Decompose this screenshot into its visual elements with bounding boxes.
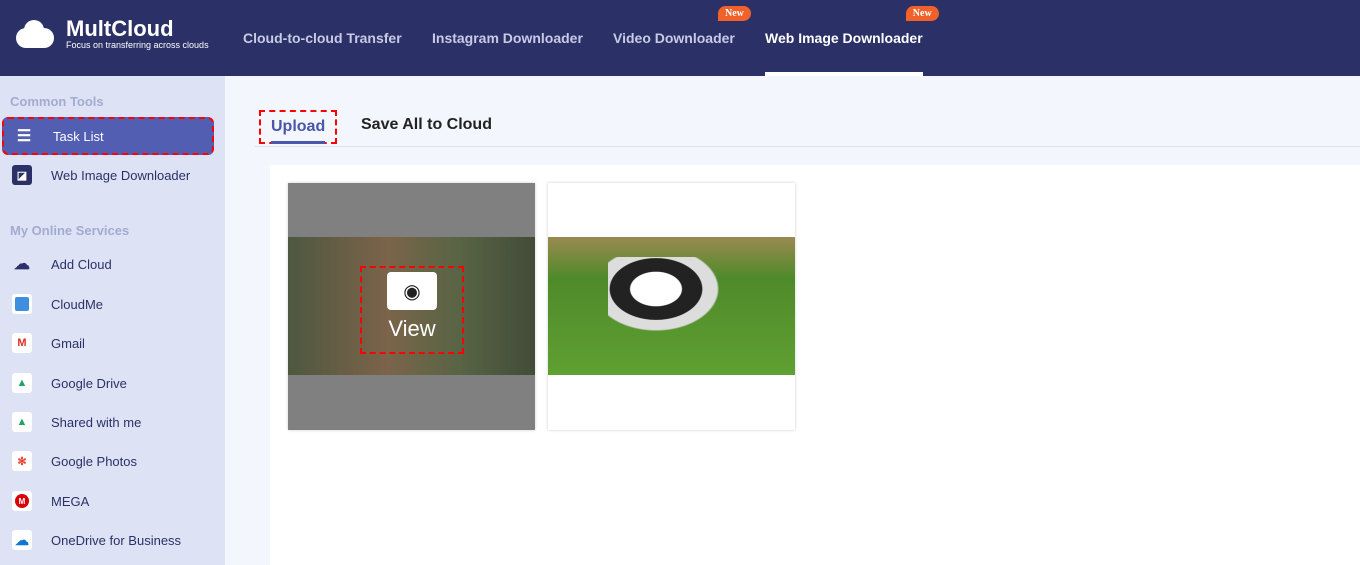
sidebar-item-mega[interactable]: M MEGA [2, 482, 214, 520]
multcloud-logo-icon [14, 18, 58, 50]
section-title: Common Tools [10, 94, 104, 109]
tab-upload[interactable]: Upload [259, 110, 338, 144]
google-drive-icon: ▲ [12, 373, 32, 393]
nav-label: Video Downloader [613, 30, 735, 46]
sidebar-item-shared-with-me[interactable]: ▲ Shared with me [2, 403, 214, 441]
image-grid: ◉ View [270, 165, 1360, 565]
nav-label: Instagram Downloader [432, 30, 583, 46]
view-button[interactable]: ◉ View [360, 266, 464, 354]
image-card-panda[interactable] [548, 183, 795, 430]
tab-divider [255, 146, 1360, 147]
tab-save-all-to-cloud[interactable]: Save All to Cloud [361, 116, 492, 134]
gmail-icon: M [12, 333, 32, 353]
nav-label: Web Image Downloader [765, 30, 923, 46]
cloudme-icon [12, 294, 32, 314]
sidebar-item-label: CloudMe [51, 296, 104, 312]
tagline: Focus on transferring across clouds [66, 40, 209, 50]
sidebar-item-web-image-downloader[interactable]: ◪ Web Image Downloader [2, 156, 214, 194]
section-title: My Online Services [10, 223, 130, 238]
google-drive-icon: ▲ [12, 412, 32, 432]
sidebar-item-label: Task List [53, 128, 104, 144]
onedrive-icon: ☁ [12, 530, 32, 550]
sidebar-item-label: MEGA [51, 493, 90, 509]
nav-label: Cloud-to-cloud Transfer [243, 30, 402, 46]
sidebar-item-google-drive[interactable]: ▲ Google Drive [2, 364, 214, 402]
add-cloud-icon: ☁ [14, 256, 30, 273]
list-icon: ☰ [16, 128, 32, 145]
sidebar-item-cloudme[interactable]: CloudMe [2, 285, 214, 323]
view-label: View [388, 316, 436, 341]
brand-name: MultCloud [66, 16, 174, 41]
nav-instagram-downloader[interactable]: Instagram Downloader [432, 0, 583, 76]
sidebar-item-label: Add Cloud [51, 256, 112, 272]
nav-video-downloader[interactable]: Video Downloader New [613, 0, 751, 76]
image-card-red-panda[interactable]: ◉ View [288, 183, 535, 430]
sidebar-item-label: Google Photos [51, 453, 138, 469]
sidebar-item-google-photos[interactable]: ✻ Google Photos [2, 442, 214, 480]
sidebar-item-label: Google Drive [51, 375, 127, 391]
sidebar-item-label: Web Image Downloader [51, 167, 191, 183]
google-photos-icon: ✻ [12, 451, 32, 471]
new-badge: New [905, 6, 939, 21]
mega-icon: M [12, 491, 32, 511]
sidebar-item-gmail[interactable]: M Gmail [2, 324, 214, 362]
nav-cloud-transfer[interactable]: Cloud-to-cloud Transfer [243, 0, 402, 76]
nav-web-image-downloader[interactable]: Web Image Downloader New [765, 0, 939, 76]
sidebar-item-onedrive-business[interactable]: ☁ OneDrive for Business [2, 521, 214, 559]
new-badge: New [717, 6, 751, 21]
sidebar-item-label: Gmail [51, 335, 85, 351]
sidebar-item-task-list[interactable]: ☰ Task List [2, 117, 214, 155]
sidebar-item-label: OneDrive for Business [51, 532, 182, 548]
sidebar: Common Tools ☰ Task List ◪ Web Image Downl… [0, 76, 225, 565]
sidebar-item-add-cloud[interactable]: ☁ Add Cloud [2, 245, 214, 283]
top-bar: MultCloud Focus on transferring across cl… [0, 0, 1360, 76]
eye-icon: ◉ [387, 272, 437, 310]
sidebar-item-label: Shared with me [51, 414, 142, 430]
tab-label: Upload [271, 118, 326, 144]
image-icon: ◪ [12, 165, 32, 185]
main-content: Upload Save All to Cloud ◉ View [225, 76, 1360, 565]
logo[interactable]: MultCloud Focus on transferring across cl… [14, 18, 209, 50]
tab-label: Save All to Cloud [361, 116, 492, 133]
panda-image [548, 237, 795, 375]
